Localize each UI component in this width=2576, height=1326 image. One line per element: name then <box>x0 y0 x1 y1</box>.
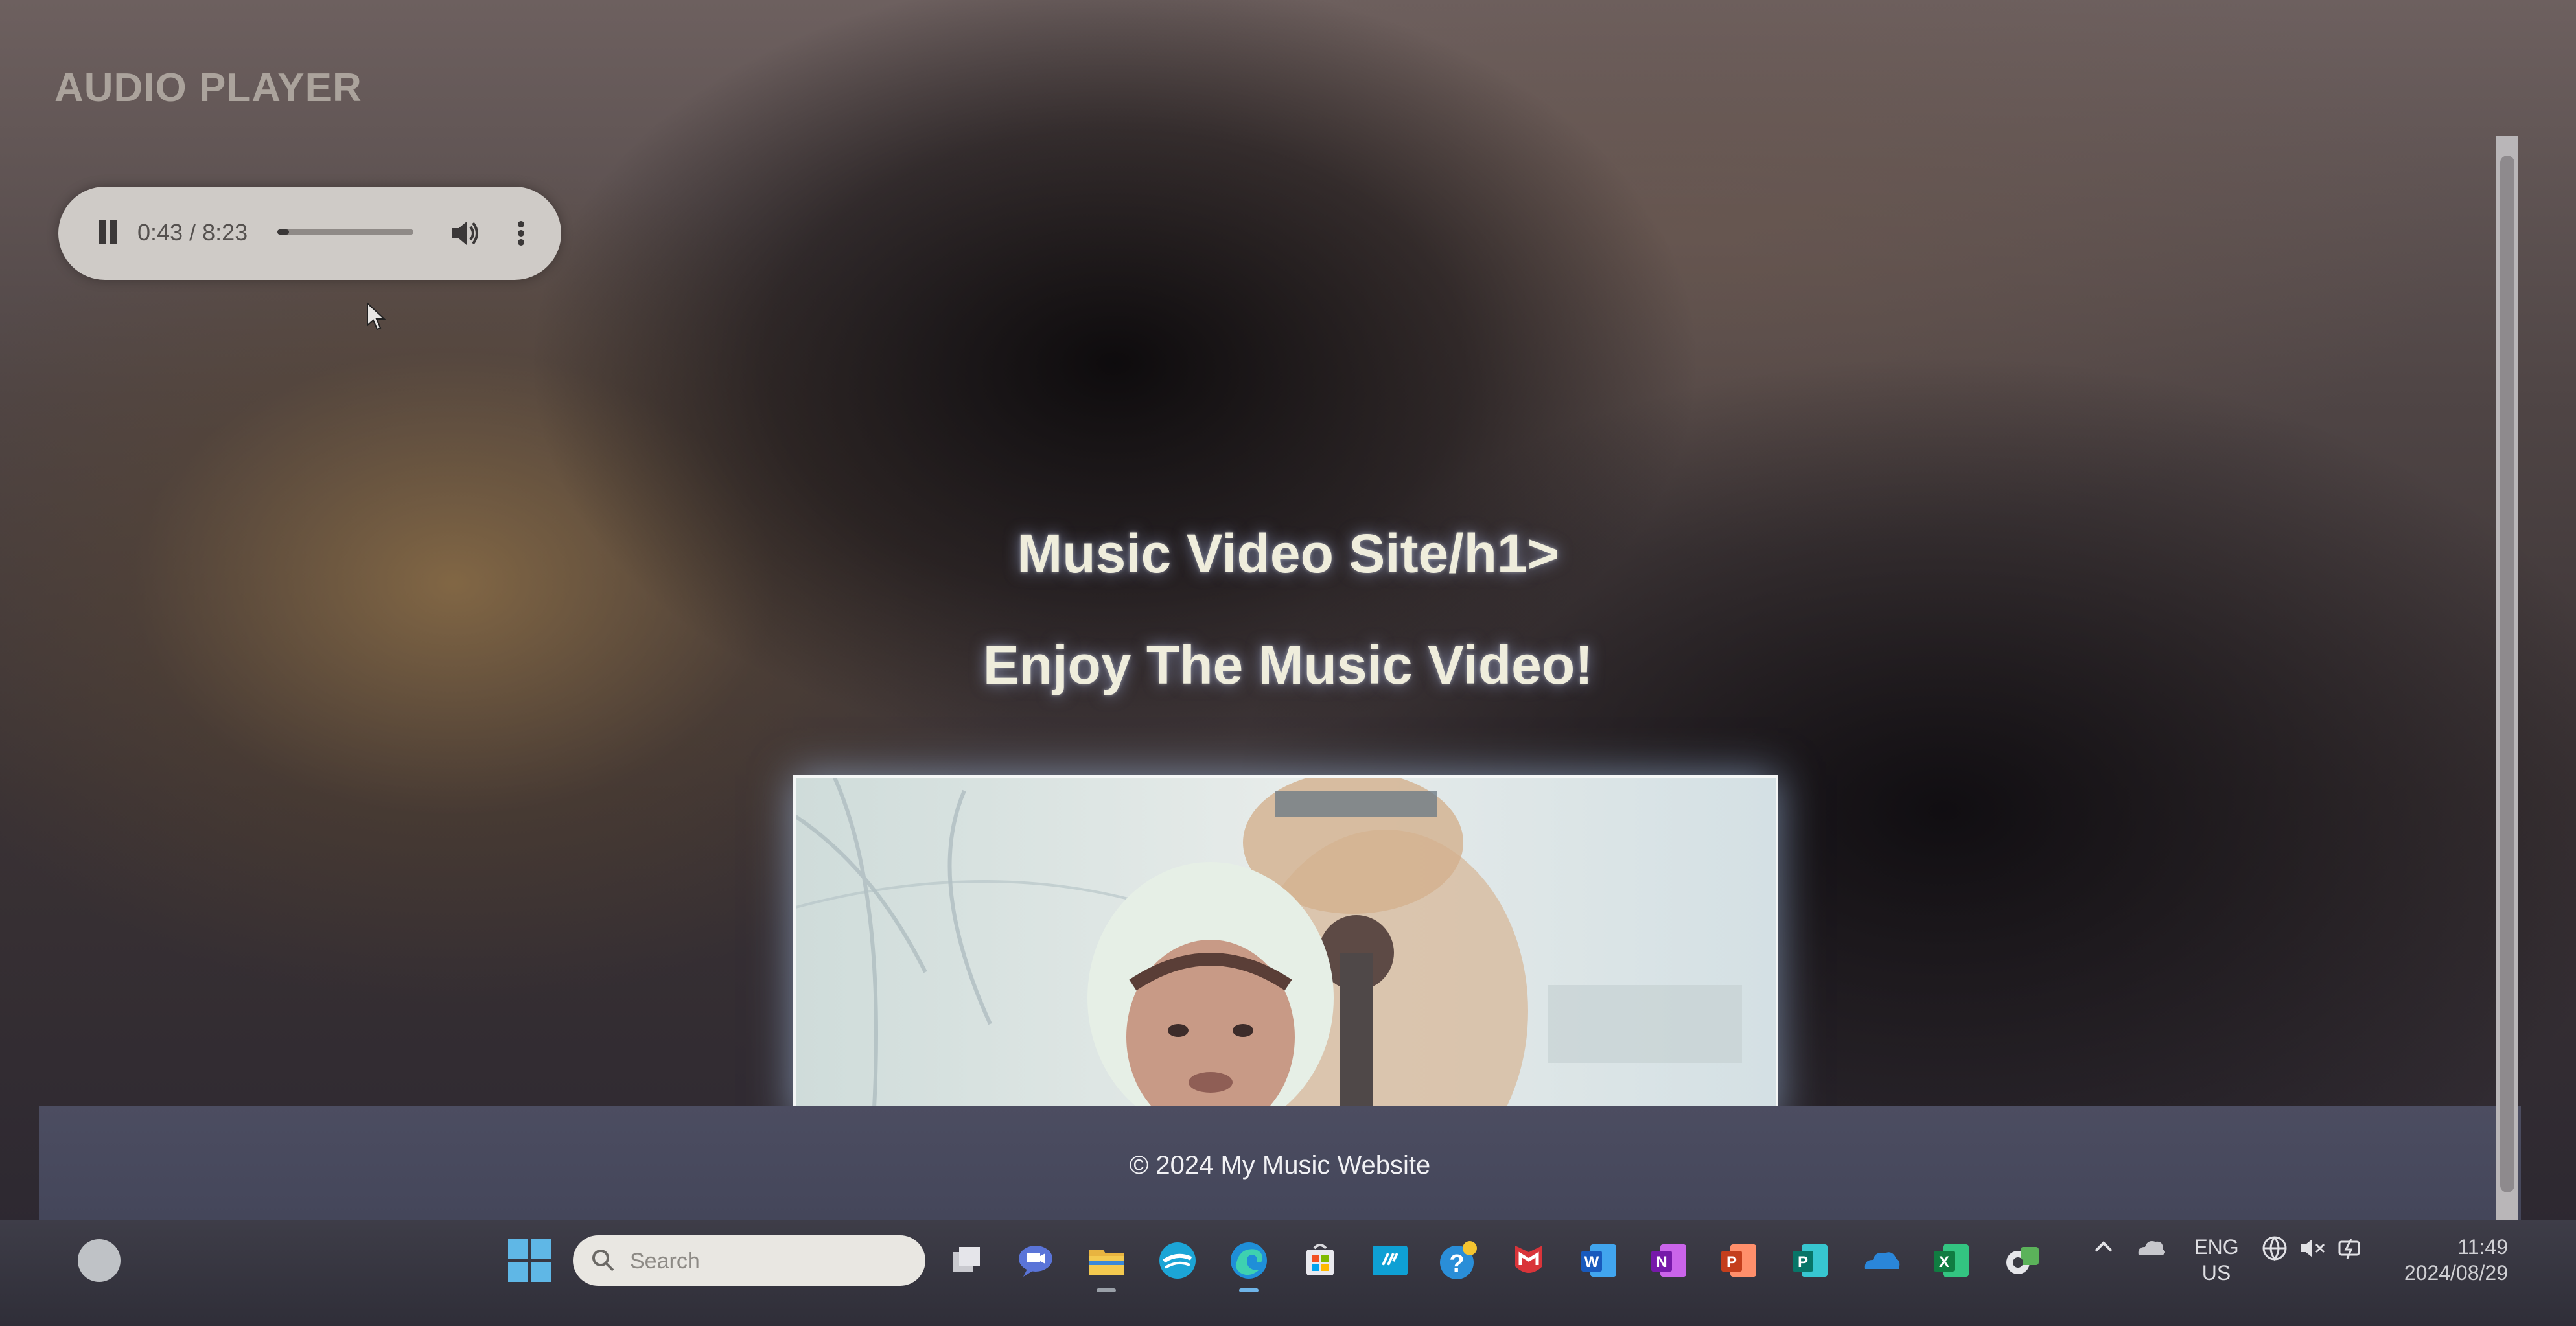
chevron-up-icon[interactable] <box>2091 1234 2117 1260</box>
volume-button[interactable] <box>446 214 485 253</box>
pause-icon <box>110 220 117 244</box>
clock-time: 11:49 <box>2457 1235 2508 1259</box>
publisher-icon[interactable]: P <box>1789 1239 1831 1282</box>
edge-dev-icon[interactable] <box>1156 1239 1199 1282</box>
site-footer: © 2024 My Music Website <box>39 1106 2521 1220</box>
language-indicator[interactable]: ENG US <box>2190 1234 2242 1286</box>
network-globe-icon[interactable] <box>2260 1234 2289 1262</box>
svg-text:P: P <box>1798 1253 1808 1271</box>
search-input[interactable] <box>629 1244 903 1278</box>
mouse-cursor-icon <box>367 302 386 331</box>
main-heading: Music Video Site/h1> <box>1017 523 1559 584</box>
more-options-button[interactable] <box>508 214 534 253</box>
excel-icon[interactable]: X <box>1930 1239 1973 1282</box>
task-view-icon[interactable] <box>945 1239 988 1282</box>
mcafee-icon[interactable] <box>1507 1239 1550 1282</box>
word-icon[interactable]: W <box>1577 1239 1620 1282</box>
start-button[interactable] <box>507 1238 552 1283</box>
microsoft-store-icon[interactable] <box>1299 1239 1341 1282</box>
region-code: US <box>2201 1261 2231 1285</box>
page-title: AUDIO PLAYER <box>54 65 362 110</box>
file-explorer-icon[interactable] <box>1085 1239 1128 1292</box>
windows-logo-icon <box>531 1239 551 1259</box>
powerpoint-icon[interactable]: P <box>1717 1239 1760 1282</box>
teams-meet-icon[interactable] <box>1014 1239 1057 1282</box>
active-indicator <box>1097 1288 1116 1292</box>
taskbar: ? W N P P X ENG <box>0 1220 2576 1326</box>
music-video[interactable] <box>793 775 1778 1122</box>
volume-icon <box>452 222 478 245</box>
svg-text:N: N <box>1656 1253 1667 1271</box>
scrollbar-thumb[interactable] <box>2500 156 2514 1192</box>
progress-fill <box>277 229 289 235</box>
hp-smart-icon[interactable] <box>1369 1239 1411 1282</box>
windows-logo-icon <box>508 1239 528 1259</box>
weather-cloud-icon[interactable] <box>2135 1234 2167 1260</box>
windows-logo-icon <box>531 1262 551 1282</box>
edge-browser-icon[interactable] <box>1227 1239 1270 1292</box>
svg-text:P: P <box>1726 1253 1737 1271</box>
svg-text:X: X <box>1939 1253 1949 1271</box>
more-vertical-icon <box>518 221 524 246</box>
footer-copyright: © 2024 My Music Website <box>1129 1151 1431 1180</box>
video-thumbnail <box>796 778 1776 1120</box>
onedrive-icon[interactable] <box>1860 1239 1903 1282</box>
windows-logo-icon <box>508 1262 528 1282</box>
sub-heading: Enjoy The Music Video! <box>982 634 1594 695</box>
page-scrollbar[interactable] <box>2496 136 2518 1225</box>
volume-muted-icon[interactable] <box>2298 1234 2327 1262</box>
screen: AUDIO PLAYER 0:43 / 8:23 Music Video Sit… <box>0 0 2576 1326</box>
progress-slider[interactable] <box>277 229 413 235</box>
taskbar-search[interactable] <box>573 1235 925 1286</box>
language-code: ENG <box>2194 1235 2239 1259</box>
audio-player[interactable]: 0:43 / 8:23 <box>58 187 561 280</box>
svg-text:W: W <box>1584 1253 1599 1271</box>
onenote-icon[interactable]: N <box>1647 1239 1690 1282</box>
svg-text:?: ? <box>1449 1250 1464 1277</box>
clock-date: 2024/08/29 <box>2404 1261 2508 1285</box>
pause-icon <box>99 220 106 244</box>
widgets-icon[interactable] <box>78 1239 121 1282</box>
system-clock[interactable]: 11:49 2024/08/29 <box>2372 1234 2508 1286</box>
pause-button[interactable] <box>92 216 124 249</box>
app-switcher-icon[interactable] <box>2001 1239 2044 1282</box>
get-help-icon[interactable]: ? <box>1437 1239 1480 1282</box>
battery-charging-icon[interactable] <box>2336 1234 2364 1262</box>
time-display: 0:43 / 8:23 <box>137 219 248 246</box>
active-indicator <box>1239 1288 1259 1292</box>
search-icon <box>592 1250 614 1272</box>
